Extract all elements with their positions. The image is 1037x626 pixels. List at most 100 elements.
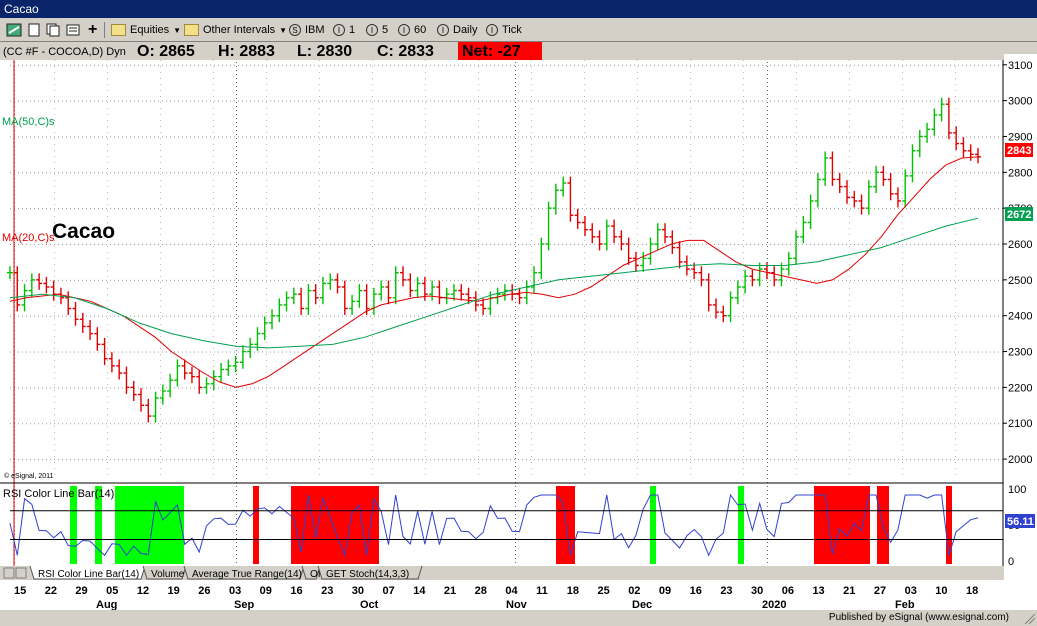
- chart-icon[interactable]: [6, 22, 22, 38]
- week-grid-dot: [690, 66, 691, 67]
- grid-dot: [34, 100, 35, 102]
- grid-dot: [926, 279, 927, 281]
- equities-dropdown[interactable]: Equities ▼: [111, 22, 181, 38]
- month-grid-dot: [236, 82, 237, 83]
- grid-dot: [414, 315, 415, 317]
- grid-dot: [294, 423, 295, 425]
- grid-dot: [446, 315, 447, 317]
- interval-5-button[interactable]: I5: [366, 22, 388, 38]
- week-grid-dot: [849, 348, 850, 349]
- other-intervals-dropdown[interactable]: Other Intervals ▼: [184, 22, 287, 38]
- grid-dot: [170, 208, 171, 210]
- month-grid-dot: [767, 514, 768, 515]
- grid-dot: [366, 315, 367, 317]
- week-grid-dot: [637, 390, 638, 391]
- grid-dot: [630, 279, 631, 281]
- grid-dot: [726, 459, 727, 461]
- grid-dot: [846, 208, 847, 210]
- grid-dot: [522, 64, 523, 66]
- grid-dot: [18, 279, 19, 281]
- grid-dot: [666, 64, 667, 66]
- grid-dot: [606, 315, 607, 317]
- grid-dot: [626, 64, 627, 66]
- grid-dot: [138, 100, 139, 102]
- grid-dot: [78, 243, 79, 245]
- week-grid-dot: [319, 456, 320, 457]
- page-icon[interactable]: [27, 22, 41, 38]
- week-grid-dot: [319, 180, 320, 181]
- grid-dot: [174, 64, 175, 66]
- week-grid-dot: [743, 348, 744, 349]
- week-grid-dot: [107, 360, 108, 361]
- grid-dot: [562, 172, 563, 174]
- month-grid-dot: [767, 486, 768, 487]
- week-grid-dot: [637, 138, 638, 139]
- ibm-button[interactable]: S IBM: [289, 22, 325, 38]
- grid-dot: [70, 136, 71, 138]
- grid-dot: [850, 423, 851, 425]
- week-grid-dot: [690, 456, 691, 457]
- week-grid-dot: [266, 78, 267, 79]
- month-grid-dot: [515, 310, 516, 311]
- week-grid-dot: [372, 408, 373, 409]
- grid-dot: [902, 243, 903, 245]
- grid-dot: [482, 351, 483, 353]
- grid-dot: [202, 459, 203, 461]
- week-grid-dot: [107, 414, 108, 415]
- grid-dot: [530, 459, 531, 461]
- grid-dot: [882, 136, 883, 138]
- grid-dot: [778, 315, 779, 317]
- week-grid-dot: [54, 378, 55, 379]
- week-grid-dot: [584, 210, 585, 211]
- grid-dot: [310, 351, 311, 353]
- week-grid-dot: [266, 288, 267, 289]
- interval-daily-button[interactable]: I Daily: [437, 22, 477, 38]
- grid-dot: [174, 423, 175, 425]
- grid-dot: [826, 351, 827, 353]
- week-grid-dot: [213, 210, 214, 211]
- grid-dot: [98, 243, 99, 245]
- grid-dot: [534, 208, 535, 210]
- week-grid-dot: [478, 222, 479, 223]
- week-grid-dot: [107, 324, 108, 325]
- grid-dot: [566, 315, 567, 317]
- interval-60-button[interactable]: I 60: [398, 22, 426, 38]
- add-icon[interactable]: +: [88, 21, 97, 38]
- week-grid-dot: [213, 186, 214, 187]
- week-grid-dot: [372, 234, 373, 235]
- grid-dot: [298, 100, 299, 102]
- grid-dot: [994, 100, 995, 102]
- week-grid-dot: [584, 132, 585, 133]
- grid-dot: [510, 243, 511, 245]
- grid-dot: [86, 279, 87, 281]
- week-grid-dot: [213, 60, 214, 61]
- properties-icon[interactable]: [66, 22, 80, 38]
- grid-dot: [634, 315, 635, 317]
- grid-dot: [946, 136, 947, 138]
- week-grid-dot: [54, 252, 55, 253]
- chart-svg[interactable]: 3100300029002800270026002500240023002200…: [0, 42, 1037, 611]
- grid-dot: [450, 136, 451, 138]
- grid-dot: [110, 459, 111, 461]
- chart-area[interactable]: 3100300029002800270026002500240023002200…: [0, 42, 1037, 611]
- month-grid-dot: [515, 214, 516, 215]
- grid-dot: [538, 172, 539, 174]
- grid-dot: [846, 136, 847, 138]
- grid-dot: [94, 100, 95, 102]
- grid-dot: [610, 315, 611, 317]
- grid-dot: [598, 136, 599, 138]
- week-grid-dot: [637, 96, 638, 97]
- pages-icon[interactable]: [46, 22, 60, 38]
- grid-dot: [442, 243, 443, 245]
- grid-dot: [634, 351, 635, 353]
- interval-1-button[interactable]: I1: [333, 22, 355, 38]
- grid-dot: [410, 208, 411, 210]
- grid-dot: [898, 136, 899, 138]
- grid-dot: [338, 387, 339, 389]
- interval-tick-button[interactable]: I Tick: [486, 22, 522, 38]
- week-grid-dot: [213, 66, 214, 67]
- grid-dot: [58, 100, 59, 102]
- grid-dot: [638, 172, 639, 174]
- grid-dot: [506, 172, 507, 174]
- week-grid-dot: [54, 102, 55, 103]
